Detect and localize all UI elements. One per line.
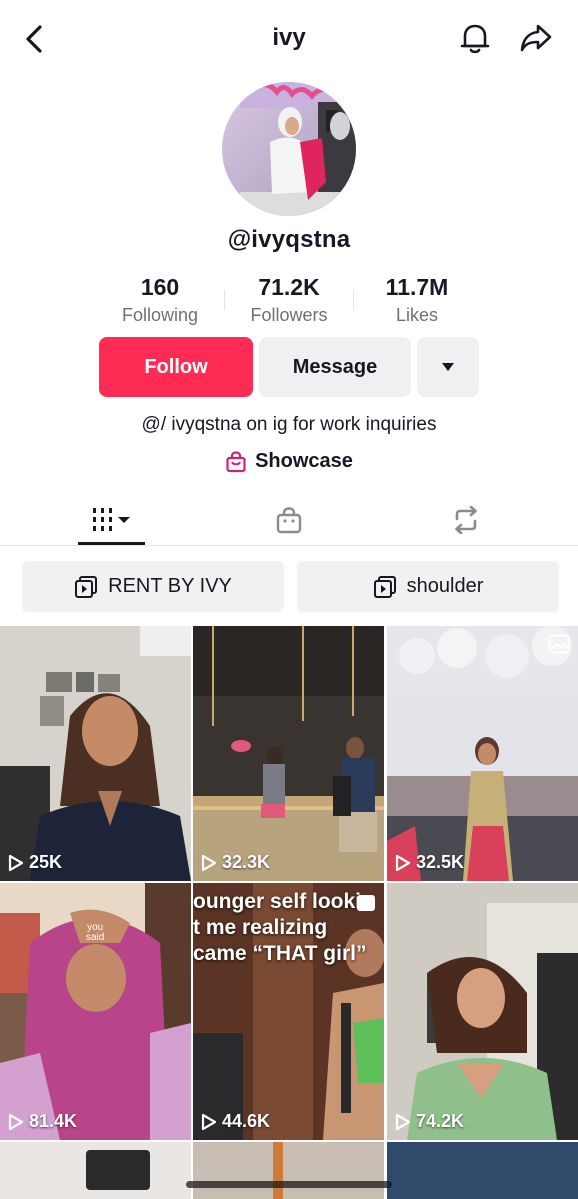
bio-text: @/ ivyqstna on ig for work inquiries xyxy=(141,414,437,435)
playlist-icon xyxy=(373,575,396,598)
follow-button[interactable]: Follow xyxy=(99,337,253,397)
video-thumbnail[interactable]: you said 81.4K xyxy=(0,883,191,1140)
likes-label: Likes xyxy=(395,305,439,325)
shop-bag-icon xyxy=(276,507,301,534)
play-icon xyxy=(8,1113,24,1130)
active-tab-indicator xyxy=(78,542,145,545)
view-count: 25K xyxy=(8,852,62,873)
video-thumbnail[interactable]: 32.3K xyxy=(193,626,384,881)
play-icon xyxy=(395,854,411,871)
username-handle: @ivyqstna xyxy=(227,226,351,253)
videos-grid-icon xyxy=(92,508,130,531)
view-count-label: 74.2K xyxy=(416,1111,465,1131)
stat-followers[interactable]: 71.2K Followers xyxy=(224,274,354,326)
stat-likes[interactable]: 11.7M Likes xyxy=(352,274,482,326)
tab-reposts[interactable] xyxy=(432,494,499,546)
showcase-label: Showcase xyxy=(255,450,353,472)
video-thumbnail[interactable] xyxy=(0,1142,191,1199)
video-thumbnail[interactable]: ounger self lookin t me realizing came “… xyxy=(193,883,384,1140)
view-count-label: 81.4K xyxy=(29,1111,78,1131)
video-thumbnail[interactable] xyxy=(193,1142,384,1199)
notification-button[interactable] xyxy=(456,18,494,58)
playlist-button[interactable]: shoulder xyxy=(297,561,559,612)
message-button[interactable]: Message xyxy=(259,337,411,397)
view-count: 81.4K xyxy=(8,1111,77,1132)
photo-icon xyxy=(548,634,570,654)
followers-count: 71.2K xyxy=(258,274,320,300)
profile-tabs xyxy=(0,494,578,546)
caption-line: ounger self lookin xyxy=(193,890,374,913)
view-count-label: 32.3K xyxy=(222,852,271,872)
view-count: 44.6K xyxy=(201,1111,270,1132)
play-icon xyxy=(395,1113,411,1130)
caption-line: came “THAT girl” xyxy=(193,942,367,965)
play-icon xyxy=(201,854,217,871)
tab-videos[interactable] xyxy=(78,494,145,546)
avatar[interactable] xyxy=(222,82,356,216)
video-thumbnail[interactable]: 32.5K xyxy=(387,626,578,881)
caret-down-icon xyxy=(442,363,454,371)
play-icon xyxy=(201,1113,217,1130)
video-thumbnail[interactable] xyxy=(387,1142,578,1199)
playlist-label: shoulder xyxy=(406,575,484,597)
following-label: Following xyxy=(121,305,199,325)
repost-icon xyxy=(454,506,477,534)
followers-label: Followers xyxy=(250,305,328,325)
home-indicator[interactable] xyxy=(186,1181,392,1188)
share-button[interactable] xyxy=(516,18,556,58)
following-count: 160 xyxy=(140,274,180,300)
shopping-bag-icon xyxy=(226,450,246,472)
share-arrow-icon xyxy=(520,24,552,52)
video-thumbnail[interactable]: 25K xyxy=(0,626,191,881)
playlist-icon xyxy=(75,575,98,598)
video-grid: 25K 32.3K 32.5K you said 81.4K ounger se… xyxy=(0,626,578,1199)
tab-shop[interactable] xyxy=(255,494,322,546)
showcase-link[interactable]: Showcase xyxy=(0,450,578,473)
view-count: 74.2K xyxy=(395,1111,464,1132)
likes-count: 11.7M xyxy=(385,274,449,300)
view-count-label: 25K xyxy=(29,852,63,872)
sticker-text: you said xyxy=(86,922,105,943)
view-count-label: 44.6K xyxy=(222,1111,271,1131)
play-icon xyxy=(8,854,24,871)
playlist-label: RENT BY IVY xyxy=(108,575,232,597)
view-count: 32.5K xyxy=(395,852,464,873)
emoji-sticker-icon xyxy=(357,895,375,911)
video-thumbnail[interactable]: 74.2K xyxy=(387,883,578,1140)
caption-line: t me realizing xyxy=(193,916,328,939)
more-options-button[interactable] xyxy=(417,337,479,397)
stat-following[interactable]: 160 Following xyxy=(95,274,225,326)
bell-icon xyxy=(460,24,490,54)
video-caption-overlay: ounger self lookin t me realizing came “… xyxy=(193,889,374,967)
view-count: 32.3K xyxy=(201,852,270,873)
top-bar: ivy xyxy=(0,0,578,78)
playlist-button[interactable]: RENT BY IVY xyxy=(22,561,284,612)
view-count-label: 32.5K xyxy=(416,852,465,872)
profile-stats: 160 Following 71.2K Followers 11.7M Like… xyxy=(0,274,578,330)
